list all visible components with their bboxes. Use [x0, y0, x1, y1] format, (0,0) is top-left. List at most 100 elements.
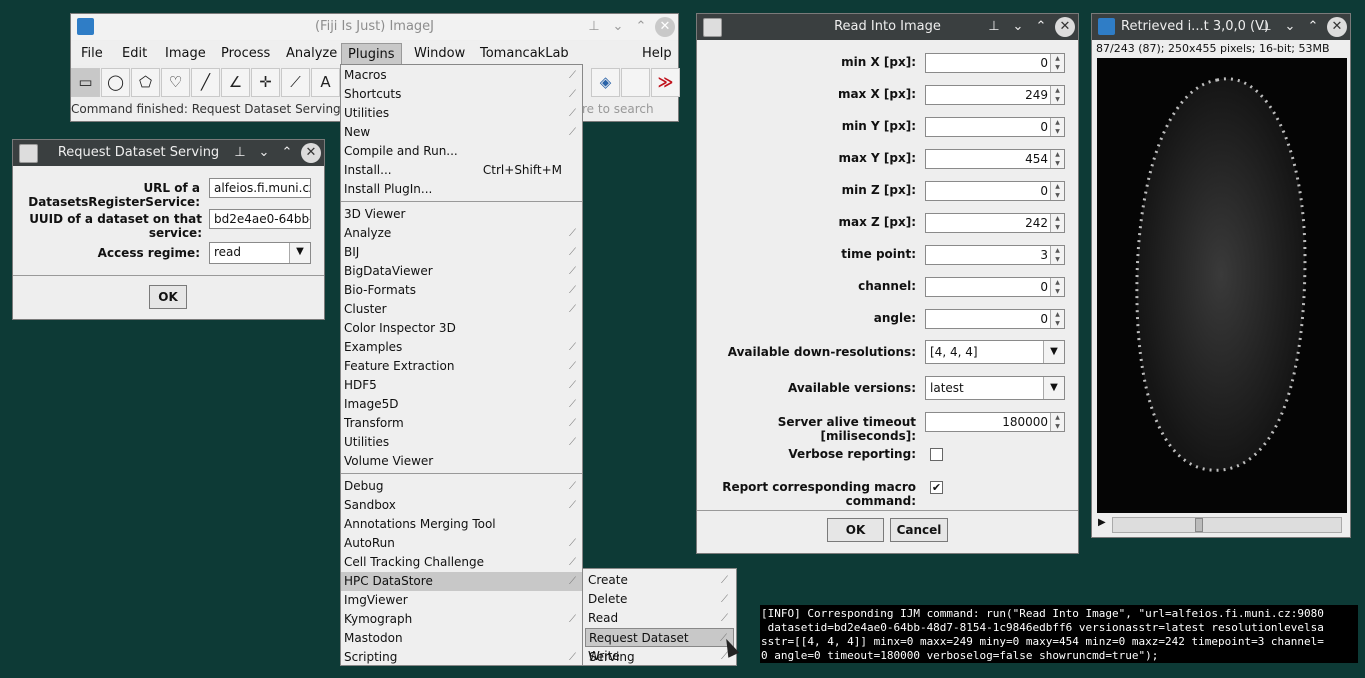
read-dialog-titlebar[interactable]: Read Into Image ⊥ ⌄ ⌃ ✕ [697, 14, 1078, 40]
image-titlebar[interactable]: Retrieved i...t 3,0,0 (V) ⊥ ⌄ ⌃ ✕ [1092, 14, 1350, 40]
plugins-menu-item[interactable]: Annotations Merging Tool [341, 515, 582, 534]
freehand-tool-icon[interactable]: ♡ [161, 68, 190, 97]
more-tools-icon[interactable]: ≫ [651, 68, 680, 97]
numeric-field[interactable]: 0 ▲ ▼ [925, 117, 1065, 137]
plugins-menu-item[interactable]: Kymograph ⟋ [341, 610, 582, 629]
plugins-menu-item[interactable]: Install... Ctrl+Shift+M [341, 161, 582, 180]
numeric-field[interactable]: 454 ▲ ▼ [925, 149, 1065, 169]
chevron-down-icon[interactable]: ▼ [1043, 377, 1064, 399]
numeric-field[interactable]: 249 ▲ ▼ [925, 85, 1065, 105]
plugins-menu-item[interactable]: Utilities ⟋ [341, 433, 582, 452]
plugins-menu-item[interactable]: Cell Tracking Challenge ⟋ [341, 553, 582, 572]
angle-tool-icon[interactable]: ∠ [221, 68, 250, 97]
text-tool-icon[interactable]: A [311, 68, 340, 97]
plugins-menu-item[interactable]: Bio-Formats ⟋ [341, 281, 582, 300]
downres-select[interactable]: [4, 4, 4] ▼ [925, 340, 1065, 364]
chevron-down-icon[interactable]: ▼ [1043, 341, 1064, 363]
request-dialog-titlebar[interactable]: Request Dataset Serving ⊥ ⌄ ⌃ ✕ [13, 140, 324, 166]
spinner-arrows-icon[interactable]: ▲ ▼ [1050, 182, 1064, 200]
maximize-icon[interactable]: ⌃ [631, 17, 651, 37]
menu-plugins[interactable]: Plugins [341, 43, 402, 66]
numeric-field[interactable]: 242 ▲ ▼ [925, 213, 1065, 233]
spinner-arrows-icon[interactable]: ▲ ▼ [1050, 86, 1064, 104]
imagej-titlebar[interactable]: (Fiji Is Just) ImageJ ⊥ ⌄ ⌃ ✕ [71, 14, 678, 40]
numeric-field[interactable]: 3 ▲ ▼ [925, 245, 1065, 265]
pin-icon[interactable]: ⊥ [984, 17, 1004, 37]
hpc-submenu-item[interactable]: Create ⟋ [585, 571, 734, 590]
close-icon[interactable]: ✕ [655, 17, 675, 37]
oval-tool-icon[interactable]: ◯ [101, 68, 130, 97]
plugins-menu-item[interactable]: Utilities ⟋ [341, 104, 582, 123]
plugins-menu-item[interactable]: Macros ⟋ [341, 66, 582, 85]
point-tool-icon[interactable]: ✛ [251, 68, 280, 97]
plugins-menu-item[interactable]: Volume Viewer [341, 452, 582, 471]
plugins-menu-item[interactable]: Shortcuts ⟋ [341, 85, 582, 104]
plugins-menu-item[interactable]: Install PlugIn... [341, 180, 582, 199]
plugins-menu-item[interactable]: HDF5 ⟋ [341, 376, 582, 395]
plugins-menu-item[interactable]: Scripting ⟋ [341, 648, 582, 667]
verbose-checkbox[interactable] [930, 448, 943, 461]
minimize-icon[interactable]: ⌄ [1280, 17, 1300, 37]
menu-analyze[interactable]: Analyze [286, 46, 337, 61]
numeric-field[interactable]: 0 ▲ ▼ [925, 181, 1065, 201]
numeric-field[interactable]: 0 ▲ ▼ [925, 53, 1065, 73]
plugins-menu-item[interactable]: Debug ⟋ [341, 477, 582, 496]
plugins-menu-item[interactable]: Compile and Run... [341, 142, 582, 161]
plugins-menu-item[interactable]: Cluster ⟋ [341, 300, 582, 319]
plugins-menu-item[interactable]: Sandbox ⟋ [341, 496, 582, 515]
fill-tool-icon[interactable]: ◈ [591, 68, 620, 97]
ok-button[interactable]: OK [827, 518, 884, 542]
close-icon[interactable]: ✕ [301, 143, 321, 163]
plugins-menu-item[interactable]: Feature Extraction ⟋ [341, 357, 582, 376]
menu-edit[interactable]: Edit [122, 46, 147, 61]
spinner-arrows-icon[interactable]: ▲ ▼ [1050, 278, 1064, 296]
pin-icon[interactable]: ⊥ [1256, 17, 1276, 37]
access-regime-select[interactable]: read ▼ [209, 242, 311, 264]
spinner-arrows-icon[interactable]: ▲ ▼ [1050, 214, 1064, 232]
numeric-field[interactable]: 0 ▲ ▼ [925, 309, 1065, 329]
close-icon[interactable]: ✕ [1327, 17, 1347, 37]
spinner-arrows-icon[interactable]: ▲ ▼ [1050, 54, 1064, 72]
macro-checkbox[interactable]: ✔ [930, 481, 943, 494]
empty-tool-slot[interactable] [621, 68, 650, 97]
plugins-menu-item[interactable]: Color Inspector 3D [341, 319, 582, 338]
line-tool-icon[interactable]: ╱ [191, 68, 220, 97]
spinner-arrows-icon[interactable]: ▲ ▼ [1050, 413, 1064, 431]
rectangle-tool-icon[interactable]: ▭ [71, 68, 100, 97]
polygon-tool-icon[interactable]: ⬠ [131, 68, 160, 97]
menu-file[interactable]: File [81, 46, 103, 61]
hpc-submenu-item[interactable]: Delete ⟋ [585, 590, 734, 609]
versions-select[interactable]: latest ▼ [925, 376, 1065, 400]
cancel-button[interactable]: Cancel [890, 518, 948, 542]
ok-button[interactable]: OK [149, 285, 187, 309]
spinner-arrows-icon[interactable]: ▲ ▼ [1050, 310, 1064, 328]
maximize-icon[interactable]: ⌃ [1303, 17, 1323, 37]
uuid-field[interactable]: bd2e4ae0-64bb-48 [209, 209, 311, 229]
minimize-icon[interactable]: ⌄ [254, 143, 274, 163]
plugins-menu-item[interactable]: Transform ⟋ [341, 414, 582, 433]
plugins-menu-item[interactable]: Image5D ⟋ [341, 395, 582, 414]
spinner-arrows-icon[interactable]: ▲ ▼ [1050, 118, 1064, 136]
menu-help[interactable]: Help [642, 46, 672, 61]
hpc-submenu-item[interactable]: Read ⟋ [585, 609, 734, 628]
minimize-icon[interactable]: ⌄ [1008, 17, 1028, 37]
plugins-menu-item[interactable]: Mastodon [341, 629, 582, 648]
plugins-menu-item[interactable]: HPC DataStore ⟋ [341, 572, 582, 591]
play-icon[interactable]: ▶ [1098, 517, 1106, 528]
minimize-icon[interactable]: ⌄ [608, 17, 628, 37]
menu-process[interactable]: Process [221, 46, 270, 61]
maximize-icon[interactable]: ⌃ [1031, 17, 1051, 37]
plugins-menu-item[interactable]: ImgViewer [341, 591, 582, 610]
pin-icon[interactable]: ⊥ [230, 143, 250, 163]
pin-icon[interactable]: ⊥ [584, 17, 604, 37]
scrollbar-thumb[interactable] [1195, 518, 1203, 532]
plugins-menu-item[interactable]: Examples ⟋ [341, 338, 582, 357]
plugins-menu-item[interactable]: AutoRun ⟋ [341, 534, 582, 553]
slice-scrollbar[interactable] [1112, 517, 1342, 533]
numeric-field[interactable]: 0 ▲ ▼ [925, 277, 1065, 297]
chevron-down-icon[interactable]: ▼ [289, 243, 310, 263]
menu-window[interactable]: Window [414, 46, 465, 61]
maximize-icon[interactable]: ⌃ [277, 143, 297, 163]
plugins-menu-item[interactable]: BigDataViewer ⟋ [341, 262, 582, 281]
close-icon[interactable]: ✕ [1055, 17, 1075, 37]
